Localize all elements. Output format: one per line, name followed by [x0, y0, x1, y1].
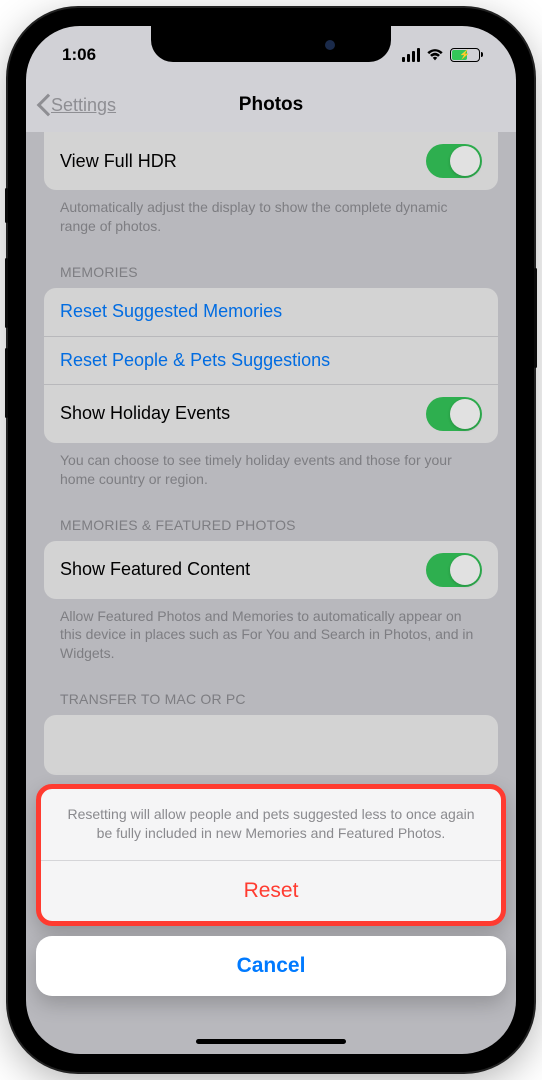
page-title: Photos [239, 94, 303, 116]
battery-icon: ⚡ [450, 48, 480, 62]
transfer-group [44, 715, 498, 775]
hdr-group: View Full HDR [44, 132, 498, 190]
featured-footer: Allow Featured Photos and Memories to au… [60, 607, 482, 664]
power-button [534, 268, 537, 368]
reset-suggested-memories-row[interactable]: Reset Suggested Memories [44, 288, 498, 336]
holiday-label: Show Holiday Events [60, 403, 230, 424]
charging-icon: ⚡ [459, 50, 470, 61]
back-button[interactable]: Settings [36, 94, 116, 116]
transfer-header: TRANSFER TO MAC OR PC [60, 691, 482, 707]
reset-people-label: Reset People & Pets Suggestions [60, 350, 330, 371]
cellular-signal-icon [402, 48, 420, 62]
action-sheet-message: Resetting will allow people and pets sug… [41, 789, 501, 861]
action-sheet-container: Resetting will allow people and pets sug… [26, 784, 516, 1054]
featured-toggle[interactable] [426, 553, 482, 587]
phone-screen: 1:06 ⚡ Settings Photos [26, 26, 516, 1054]
phone-frame: 1:06 ⚡ Settings Photos [8, 8, 534, 1072]
action-sheet: Resetting will allow people and pets sug… [36, 784, 506, 926]
mute-switch [5, 188, 8, 223]
navigation-bar: Settings Photos [26, 78, 516, 132]
holiday-toggle[interactable] [426, 397, 482, 431]
hdr-footer: Automatically adjust the display to show… [60, 198, 482, 236]
chevron-left-icon [36, 94, 49, 116]
volume-down-button [5, 348, 8, 418]
hdr-toggle[interactable] [426, 144, 482, 178]
memories-group: Reset Suggested Memories Reset People & … [44, 288, 498, 443]
back-label: Settings [51, 95, 116, 116]
home-indicator[interactable] [196, 1039, 346, 1044]
featured-group: Show Featured Content [44, 541, 498, 599]
cancel-button[interactable]: Cancel [36, 936, 506, 996]
reset-people-pets-row[interactable]: Reset People & Pets Suggestions [44, 336, 498, 384]
status-right: ⚡ [402, 42, 480, 62]
view-full-hdr-label: View Full HDR [60, 151, 177, 172]
reset-memories-label: Reset Suggested Memories [60, 301, 282, 322]
holiday-footer: You can choose to see timely holiday eve… [60, 451, 482, 489]
featured-label: Show Featured Content [60, 559, 250, 580]
show-holiday-events-row[interactable]: Show Holiday Events [44, 384, 498, 443]
show-featured-content-row[interactable]: Show Featured Content [44, 541, 498, 599]
reset-button[interactable]: Reset [41, 861, 501, 921]
notch [151, 26, 391, 62]
memories-header: MEMORIES [60, 264, 482, 280]
status-time: 1:06 [62, 39, 96, 65]
view-full-hdr-row[interactable]: View Full HDR [44, 132, 498, 190]
volume-up-button [5, 258, 8, 328]
cancel-sheet: Cancel [36, 936, 506, 996]
featured-header: MEMORIES & FEATURED PHOTOS [60, 517, 482, 533]
wifi-icon [426, 48, 444, 62]
